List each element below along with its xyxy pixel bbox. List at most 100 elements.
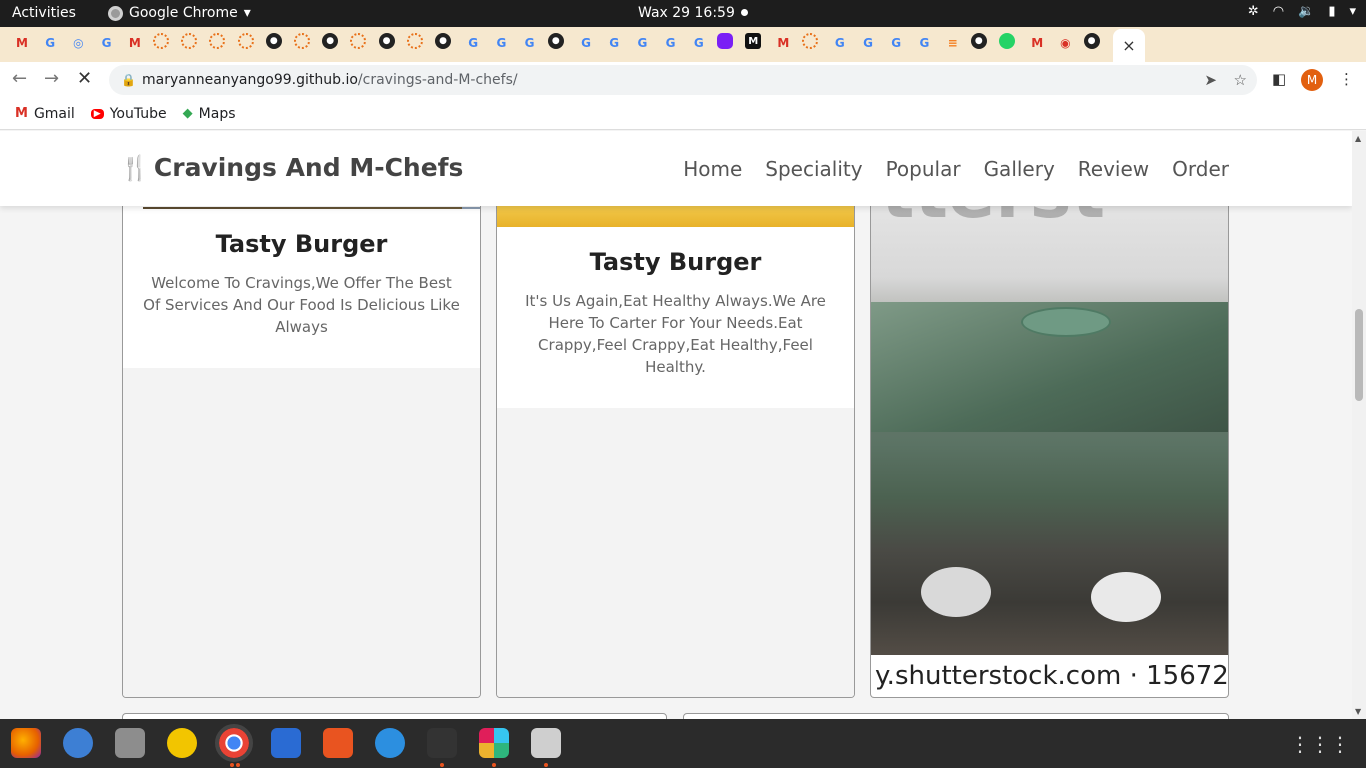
bookmark-star-icon[interactable]: ☆ bbox=[1234, 65, 1247, 95]
send-icon[interactable]: ➤ bbox=[1204, 65, 1217, 95]
battery-icon: ▮ bbox=[1328, 4, 1336, 19]
scroll-up-icon[interactable]: ▲ bbox=[1355, 134, 1361, 143]
gmail-tab-icon[interactable]: M bbox=[12, 33, 32, 53]
terminal-icon[interactable] bbox=[427, 728, 457, 758]
address-bar[interactable]: 🔒 maryanneanyango99.github.io/cravings-a… bbox=[109, 65, 1257, 95]
gmail-icon: M bbox=[15, 106, 28, 121]
gmail-tab-icon[interactable]: M bbox=[773, 33, 793, 53]
active-tab[interactable]: × bbox=[1113, 29, 1145, 62]
nav-speciality[interactable]: Speciality bbox=[765, 157, 862, 181]
archive-icon[interactable] bbox=[531, 728, 561, 758]
gmail-tab-icon[interactable]: M bbox=[1027, 33, 1047, 53]
utensils-icon: 🍴 bbox=[120, 153, 150, 182]
chrome-icon[interactable] bbox=[215, 724, 253, 762]
clock[interactable]: Wax 29 16:59 bbox=[638, 5, 735, 21]
google-tab-icon[interactable]: G bbox=[576, 33, 596, 53]
dock: ⋮⋮⋮ bbox=[0, 719, 1366, 768]
speciality-card: Tasty Burger It's Us Again,Eat Healthy A… bbox=[496, 171, 855, 698]
close-tab-icon[interactable]: × bbox=[1122, 36, 1135, 55]
rhythmbox-icon[interactable] bbox=[167, 728, 197, 758]
writer-icon[interactable] bbox=[271, 728, 301, 758]
app-tab-icon[interactable]: ◉ bbox=[1055, 33, 1075, 53]
ubuntu-tab-icon[interactable] bbox=[294, 33, 310, 49]
system-tray[interactable]: ✲ ◠ 🔉 ▮ ▾ bbox=[1248, 4, 1356, 19]
files-icon[interactable] bbox=[115, 728, 145, 758]
ubuntu-tab-icon[interactable] bbox=[350, 33, 367, 49]
image-caption: y.shutterstock.com · 1567227 bbox=[871, 655, 1228, 697]
gallery-image-card[interactable]: tterst y.shutterstock.com · 1567227 bbox=[870, 171, 1229, 698]
google-tab-icon[interactable]: G bbox=[604, 33, 624, 53]
google-tab-icon[interactable]: G bbox=[858, 33, 878, 53]
google-tab-icon[interactable]: G bbox=[661, 33, 681, 53]
bookmark-label: YouTube bbox=[109, 105, 167, 122]
medium-tab-icon[interactable]: M bbox=[745, 33, 762, 49]
whatsapp-tab-icon[interactable] bbox=[999, 33, 1015, 49]
google-tab-icon[interactable]: G bbox=[914, 33, 934, 53]
nav-review[interactable]: Review bbox=[1078, 157, 1149, 181]
google-tab-icon[interactable]: G bbox=[463, 33, 483, 53]
stop-loading-icon[interactable]: ✕ bbox=[77, 68, 92, 89]
ubuntu-tab-icon[interactable] bbox=[801, 33, 818, 49]
site-logo[interactable]: 🍴 Cravings And M-Chefs bbox=[120, 153, 463, 182]
profile-avatar[interactable]: M bbox=[1301, 69, 1323, 91]
slack-icon[interactable] bbox=[479, 728, 509, 758]
settings-indicator-icon: ✲ bbox=[1247, 4, 1259, 19]
google-tab-icon[interactable]: G bbox=[689, 33, 709, 53]
google-tab-icon[interactable]: G bbox=[632, 33, 652, 53]
speciality-card: Tasty Burger Welcome To Cravings,We Offe… bbox=[122, 171, 481, 698]
gmail-tab-icon[interactable]: M bbox=[125, 33, 145, 53]
page-scrollbar[interactable]: ▲ ▼ bbox=[1352, 131, 1366, 719]
github-tab-icon[interactable]: ● bbox=[378, 33, 395, 49]
nav-popular[interactable]: Popular bbox=[886, 157, 961, 181]
scroll-down-icon[interactable]: ▼ bbox=[1355, 707, 1361, 716]
ubuntu-tab-icon[interactable] bbox=[237, 33, 254, 49]
thunderbird-icon[interactable] bbox=[63, 728, 93, 758]
google-tab-icon[interactable]: G bbox=[520, 33, 540, 53]
bookmark-gmail[interactable]: M Gmail bbox=[15, 106, 75, 122]
github-tab-icon[interactable]: ● bbox=[970, 33, 987, 49]
ubuntu-tab-icon[interactable] bbox=[209, 33, 226, 49]
chrome-tab-icon[interactable]: ◎ bbox=[68, 33, 88, 53]
card-text: It's Us Again,Eat Healthy Always.We Are … bbox=[525, 292, 826, 376]
back-icon[interactable]: ← bbox=[12, 68, 27, 89]
bookmark-youtube[interactable]: ▶ YouTube bbox=[90, 105, 167, 122]
google-tab-icon[interactable]: G bbox=[830, 33, 850, 53]
activities-button[interactable]: Activities bbox=[12, 5, 76, 21]
quora-tab-icon[interactable] bbox=[717, 33, 733, 49]
more-menu-icon[interactable]: ⋮ bbox=[1339, 70, 1354, 88]
ubuntu-tab-icon[interactable] bbox=[406, 33, 423, 49]
scrollbar-thumb[interactable] bbox=[1355, 309, 1363, 401]
nav-home[interactable]: Home bbox=[683, 157, 742, 181]
firefox-icon[interactable] bbox=[11, 728, 41, 758]
google-tab-icon[interactable]: G bbox=[40, 33, 60, 53]
card-title: Tasty Burger bbox=[589, 248, 762, 276]
card-empty-area bbox=[497, 408, 854, 697]
github-tab-icon[interactable]: ● bbox=[435, 33, 451, 49]
github-tab-icon[interactable]: ● bbox=[322, 33, 339, 49]
forward-icon[interactable]: → bbox=[44, 68, 59, 89]
app-menu[interactable]: Google Chrome ▾ bbox=[108, 5, 251, 21]
chrome-icon bbox=[108, 5, 123, 21]
tab-strip: MG◎GM●●●●GGG●GGGGGMMGGGG≡●M◉● × + ⌄ – ⧉ … bbox=[0, 27, 1366, 82]
software-icon[interactable] bbox=[323, 728, 353, 758]
show-apps-icon[interactable]: ⋮⋮⋮ bbox=[1290, 732, 1350, 756]
nav-order[interactable]: Order bbox=[1172, 157, 1229, 181]
site-header: 🍴 Cravings And M-Chefs Home Speciality P… bbox=[0, 131, 1352, 206]
side-panel-icon[interactable]: ◧ bbox=[1272, 70, 1286, 88]
url-domain: maryanneanyango99.github.io bbox=[142, 72, 358, 88]
stackoverflow-tab-icon[interactable]: ≡ bbox=[943, 33, 963, 53]
github-tab-icon[interactable]: ● bbox=[547, 33, 564, 49]
github-tab-icon[interactable]: ● bbox=[1083, 33, 1100, 49]
google-tab-icon[interactable]: G bbox=[97, 33, 117, 53]
ubuntu-tab-icon[interactable] bbox=[153, 33, 169, 49]
bookmark-maps[interactable]: ◆ Maps bbox=[183, 106, 236, 122]
google-tab-icon[interactable]: G bbox=[491, 33, 511, 53]
github-tab-icon[interactable]: ● bbox=[265, 33, 282, 49]
google-tab-icon[interactable]: G bbox=[886, 33, 906, 53]
web-page: 🍴 Cravings And M-Chefs Home Speciality P… bbox=[0, 131, 1352, 719]
notification-dot-icon bbox=[741, 9, 748, 16]
nav-gallery[interactable]: Gallery bbox=[984, 157, 1055, 181]
site-logo-text: Cravings And M-Chefs bbox=[153, 153, 464, 182]
ubuntu-tab-icon[interactable] bbox=[181, 33, 198, 49]
help-icon[interactable] bbox=[375, 728, 405, 758]
